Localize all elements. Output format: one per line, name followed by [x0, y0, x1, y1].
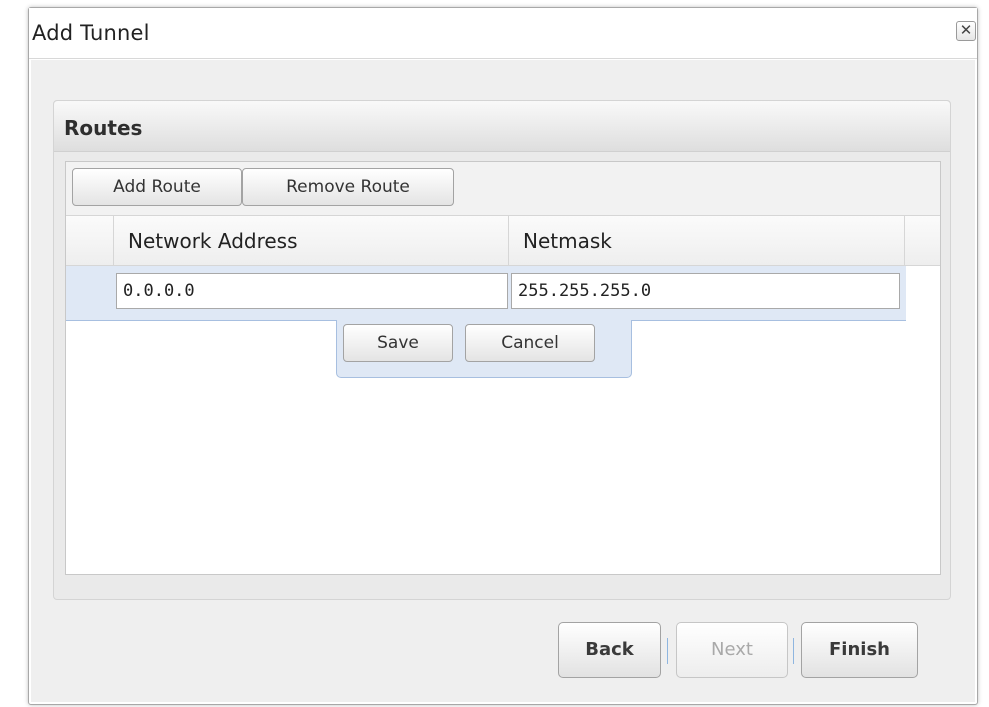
close-icon[interactable]: ✕	[956, 21, 976, 41]
netmask-input[interactable]	[511, 273, 900, 309]
routes-grid: Add Route Remove Route Network Address N…	[65, 161, 941, 575]
remove-route-button[interactable]: Remove Route	[242, 168, 454, 206]
finish-button[interactable]: Finish	[801, 622, 918, 678]
back-button[interactable]: Back	[558, 622, 661, 678]
dialog-title: Add Tunnel	[32, 21, 150, 45]
row-selector-column-header	[66, 216, 114, 265]
network-address-column-label: Network Address	[128, 229, 298, 253]
netmask-column-header[interactable]: Netmask	[509, 216, 905, 265]
dialog-content: Routes Add Route Remove Route Network Ad…	[31, 60, 975, 702]
footer-separator	[667, 638, 668, 664]
network-address-input[interactable]	[116, 273, 508, 309]
add-route-button[interactable]: Add Route	[72, 168, 242, 206]
row-editor-actions: Save Cancel	[336, 320, 632, 378]
routes-grid-toolbar: Add Route Remove Route	[66, 162, 940, 216]
netmask-column-label: Netmask	[523, 229, 612, 253]
dialog-titlebar: Add Tunnel ✕	[29, 8, 977, 59]
route-edit-row	[66, 266, 906, 321]
column-header-row: Network Address Netmask	[66, 216, 940, 266]
next-button[interactable]: Next	[676, 622, 788, 678]
routes-panel-header: Routes	[54, 101, 950, 152]
save-button[interactable]: Save	[343, 324, 453, 362]
routes-panel-title: Routes	[64, 116, 143, 140]
network-address-column-header[interactable]: Network Address	[114, 216, 509, 265]
footer-separator	[793, 638, 794, 664]
cancel-button[interactable]: Cancel	[465, 324, 595, 362]
add-tunnel-dialog: Add Tunnel ✕ Routes Add Route Remove Rou…	[28, 7, 978, 705]
routes-panel: Routes Add Route Remove Route Network Ad…	[53, 100, 951, 600]
